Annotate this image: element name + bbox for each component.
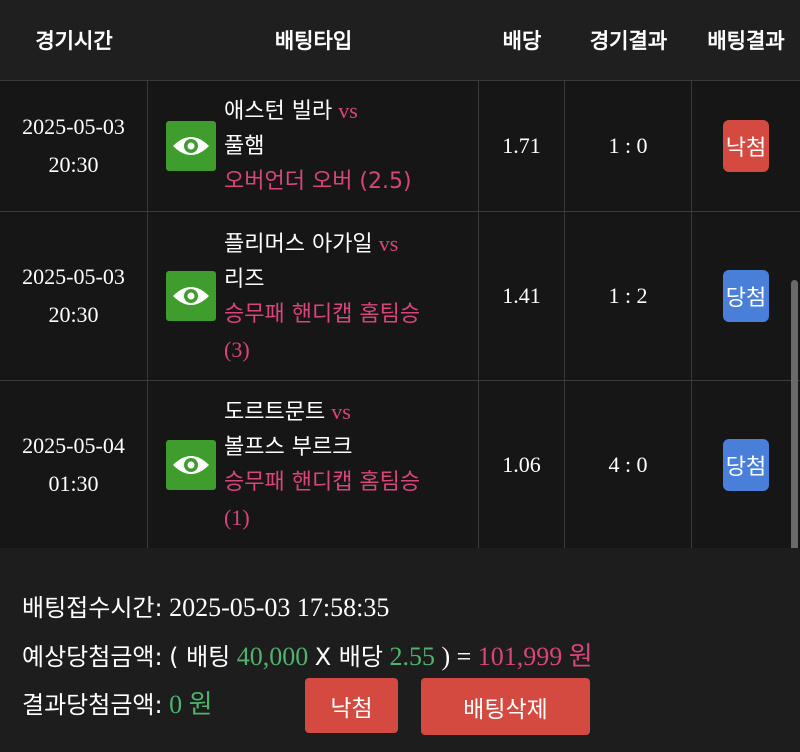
header-score: 경기결과: [589, 29, 668, 53]
table-row: 2025-05-04 01:30 도르트문트 vs 볼프스 부르크 승무패 핸디캡…: [0, 381, 800, 549]
home-team: 애스턴 빌라: [224, 99, 333, 124]
score-cell: 1 : 2: [565, 212, 692, 380]
equals-sign: ) =: [441, 642, 472, 671]
odds-cell: 1.06: [479, 381, 565, 548]
bet-pick-handicap: (1): [224, 505, 250, 530]
bet-table: 2025-05-03 20:30 애스턴 빌라 vs 풀햄 오버언더 오버 (2.…: [0, 80, 800, 549]
expected-payout-line: 예상당첨금액: ( 배팅 40,000 X 배당 2.55 ) = 101,99…: [22, 636, 593, 673]
table-row: 2025-05-03 20:30 플리머스 아가일 vs 리즈 승무패 핸디캡 홈…: [0, 212, 800, 381]
result-cell: 당첨: [692, 381, 800, 548]
table-header: 경기시간 배팅타입 배당 경기결과 배팅결과: [0, 0, 800, 80]
match-info: 도르트문트 vs 볼프스 부르크 승무패 핸디캡 홈팀승 (1): [224, 394, 420, 535]
bet-pick: 오버언더 오버 (2.5): [224, 169, 412, 194]
bet-pick: 승무패 핸디캡 홈팀승: [224, 470, 421, 495]
expected-open: ( 배팅: [169, 643, 231, 671]
bet-type-cell: 애스턴 빌라 vs 풀햄 오버언더 오버 (2.5): [148, 81, 479, 211]
odds-cell: 1.41: [479, 212, 565, 380]
eye-icon[interactable]: [166, 439, 216, 490]
result-cell: 당첨: [692, 212, 800, 380]
match-date: 2025-05-03: [22, 264, 125, 289]
delete-bet-button[interactable]: 배팅삭제: [421, 678, 590, 735]
times-odds-label: X 배당: [314, 643, 383, 671]
vs-label: vs: [338, 98, 358, 123]
match-clock: 01:30: [48, 470, 99, 496]
result-badge: 당첨: [723, 270, 769, 322]
score-cell: 4 : 0: [565, 381, 692, 548]
lose-button[interactable]: 낙첨: [305, 678, 398, 733]
match-time-cell: 2025-05-03 20:30: [0, 81, 148, 211]
vs-label: vs: [378, 230, 399, 256]
match-info: 플리머스 아가일 vs 리즈 승무패 핸디캡 홈팀승 (3): [224, 226, 420, 367]
bet-type-cell: 도르트문트 vs 볼프스 부르크 승무패 핸디캡 홈팀승 (1): [148, 381, 479, 548]
bet-time-label: 배팅접수시간:: [22, 594, 163, 622]
bet-pick: 승무패 핸디캡 홈팀승: [224, 301, 421, 327]
odds-cell: 1.71: [479, 81, 565, 211]
header-time: 경기시간: [35, 29, 113, 53]
eye-icon[interactable]: [166, 121, 216, 171]
header-result: 배팅결과: [707, 29, 785, 53]
bet-summary: 배팅접수시간: 2025-05-03 17:58:35 예상당첨금액: ( 배팅…: [0, 548, 800, 752]
header-type: 배팅타입: [274, 29, 353, 53]
result-payout: 0 원: [169, 690, 213, 719]
home-team: 도르트문트: [224, 400, 326, 425]
eye-icon[interactable]: [166, 271, 216, 321]
result-badge: 당첨: [723, 438, 769, 491]
home-team: 플리머스 아가일: [224, 231, 373, 257]
table-row: 2025-05-03 20:30 애스턴 빌라 vs 풀햄 오버언더 오버 (2.…: [0, 81, 800, 212]
match-date: 2025-05-04: [22, 432, 125, 458]
bet-time-line: 배팅접수시간: 2025-05-03 17:58:35: [22, 588, 389, 623]
match-time-cell: 2025-05-04 01:30: [0, 381, 148, 548]
expected-label: 예상당첨금액:: [22, 643, 163, 671]
result-cell: 낙첨: [692, 81, 800, 211]
bet-pick-handicap: (3): [224, 336, 250, 362]
expected-payout: 101,999 원: [477, 642, 593, 671]
bet-type-cell: 플리머스 아가일 vs 리즈 승무패 핸디캡 홈팀승 (3): [148, 212, 479, 380]
result-badge: 낙첨: [723, 120, 769, 172]
match-clock: 20:30: [48, 302, 99, 327]
result-label: 결과당첨금액:: [22, 691, 163, 719]
match-clock: 20:30: [48, 152, 99, 177]
away-team: 리즈: [224, 266, 265, 292]
vs-label: vs: [331, 399, 351, 424]
away-team: 볼프스 부르크: [224, 435, 353, 460]
total-odds: 2.55: [389, 642, 435, 671]
score-cell: 1 : 0: [565, 81, 692, 211]
match-date: 2025-05-03: [22, 114, 125, 139]
match-info: 애스턴 빌라 vs 풀햄 오버언더 오버 (2.5): [224, 93, 412, 199]
header-odds: 배당: [502, 29, 542, 53]
stake-amount: 40,000: [236, 642, 309, 671]
match-time-cell: 2025-05-03 20:30: [0, 212, 148, 380]
bet-time-value: 2025-05-03 17:58:35: [169, 593, 390, 622]
away-team: 풀햄: [224, 134, 265, 159]
result-payout-line: 결과당첨금액: 0 원: [22, 684, 213, 721]
